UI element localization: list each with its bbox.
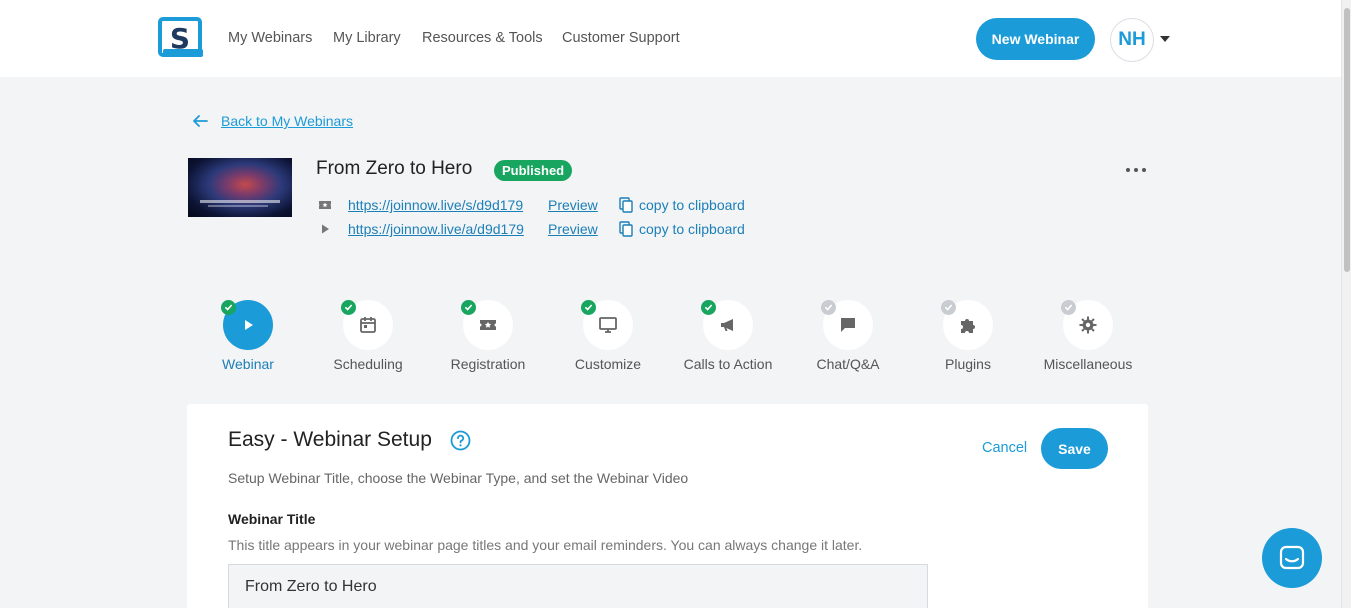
step-circle	[1061, 300, 1113, 350]
user-avatar[interactable]: NH	[1110, 18, 1154, 62]
play-icon	[245, 320, 253, 330]
help-icon[interactable]	[450, 430, 471, 451]
step-circle	[701, 300, 753, 350]
save-button[interactable]: Save	[1041, 428, 1108, 469]
back-to-webinars-link[interactable]: Back to My Webinars	[191, 112, 353, 130]
megaphone-icon	[721, 319, 733, 331]
step-circle	[341, 300, 393, 350]
step-circle	[221, 300, 273, 350]
more-options-icon[interactable]	[1126, 166, 1146, 174]
check-icon	[1061, 300, 1076, 315]
step-chat-qa[interactable]: Chat/Q&A	[788, 300, 908, 372]
nav-customer-support[interactable]: Customer Support	[562, 30, 680, 46]
check-icon	[341, 300, 356, 315]
copy-icon	[619, 221, 633, 237]
step-label: Registration	[450, 356, 526, 372]
step-registration[interactable]: Registration	[428, 300, 548, 372]
webinar-thumbnail	[188, 158, 292, 217]
step-label: Chat/Q&A	[816, 356, 880, 372]
status-badge: Published	[494, 160, 573, 181]
ticket-icon	[480, 320, 496, 330]
step-label: Customize	[574, 356, 642, 372]
step-customize[interactable]: Customize	[548, 300, 668, 372]
check-icon	[701, 300, 716, 315]
step-scheduling[interactable]: Scheduling	[308, 300, 428, 372]
caret-down-icon[interactable]	[1160, 36, 1170, 42]
step-circle	[941, 300, 993, 350]
top-navigation: S My Webinars My Library Resources & Too…	[0, 0, 1341, 77]
check-icon	[821, 300, 836, 315]
webinar-title: From Zero to Hero	[316, 158, 473, 179]
attendee-url-row: https://joinnow.live/a/d9d179 Preview co…	[318, 220, 818, 238]
step-miscellaneous[interactable]: Miscellaneous	[1028, 300, 1148, 372]
step-webinar[interactable]: Webinar	[188, 300, 308, 372]
step-label: Scheduling	[333, 356, 403, 372]
step-label: Calls to Action	[683, 356, 773, 372]
webinar-title-input[interactable]	[228, 564, 928, 608]
puzzle-icon	[961, 319, 975, 333]
nav-my-webinars[interactable]: My Webinars	[228, 30, 312, 46]
page-scrollbar[interactable]	[1341, 0, 1351, 608]
check-icon	[581, 300, 596, 315]
copy-attendee-url-button[interactable]: copy to clipboard	[619, 221, 745, 237]
step-label: Miscellaneous	[1043, 356, 1133, 372]
chat-launcher-button[interactable]	[1262, 528, 1322, 588]
monitor-icon	[599, 317, 617, 333]
new-webinar-button[interactable]: New Webinar	[976, 18, 1095, 60]
step-plugins[interactable]: Plugins	[908, 300, 1028, 372]
back-link-label: Back to My Webinars	[221, 113, 354, 129]
setup-subtitle: Setup Webinar Title, choose the Webinar …	[228, 470, 689, 486]
attendee-url-link[interactable]: https://joinnow.live/a/d9d179	[348, 221, 524, 237]
check-icon	[461, 300, 476, 315]
webinar-title-help: This title appears in your webinar page …	[228, 537, 863, 553]
setup-title: Easy - Webinar Setup	[228, 428, 432, 451]
scrollbar-thumb[interactable]	[1344, 8, 1350, 272]
svg-text:S: S	[170, 22, 190, 55]
gear-icon	[1079, 316, 1097, 334]
nav-resources-tools[interactable]: Resources & Tools	[422, 30, 543, 46]
step-label: Plugins	[945, 356, 991, 372]
chat-icon	[841, 318, 855, 332]
step-label: Webinar	[222, 356, 274, 372]
step-circle	[461, 300, 513, 350]
ticket-icon	[319, 201, 331, 209]
step-circle	[821, 300, 873, 350]
arrow-left-icon	[193, 115, 208, 127]
copy-icon	[619, 197, 633, 213]
step-calls-to-action[interactable]: Calls to Action	[668, 300, 788, 372]
registration-url-row: https://joinnow.live/s/d9d179 Preview co…	[318, 196, 818, 214]
webinar-title-label: Webinar Title	[228, 511, 316, 527]
brand-logo[interactable]: S	[157, 16, 205, 60]
nav-my-library[interactable]: My Library	[333, 30, 401, 46]
thumbnail-caption-line	[200, 200, 280, 203]
copy-registration-url-button[interactable]: copy to clipboard	[619, 197, 745, 213]
webinar-setup-card: Easy - Webinar Setup Setup Webinar Title…	[187, 404, 1148, 608]
registration-preview-link[interactable]: Preview	[548, 197, 598, 213]
cancel-button[interactable]: Cancel	[982, 440, 1027, 456]
registration-url-link[interactable]: https://joinnow.live/s/d9d179	[348, 197, 523, 213]
play-icon	[322, 224, 329, 234]
copy-label: copy to clipboard	[639, 221, 745, 237]
check-icon	[221, 300, 236, 315]
chat-bubble-icon	[1279, 545, 1305, 570]
step-circle	[581, 300, 633, 350]
check-icon	[941, 300, 956, 315]
calendar-icon	[360, 317, 376, 333]
thumbnail-caption-line	[208, 205, 268, 207]
attendee-preview-link[interactable]: Preview	[548, 221, 598, 237]
copy-label: copy to clipboard	[639, 197, 745, 213]
